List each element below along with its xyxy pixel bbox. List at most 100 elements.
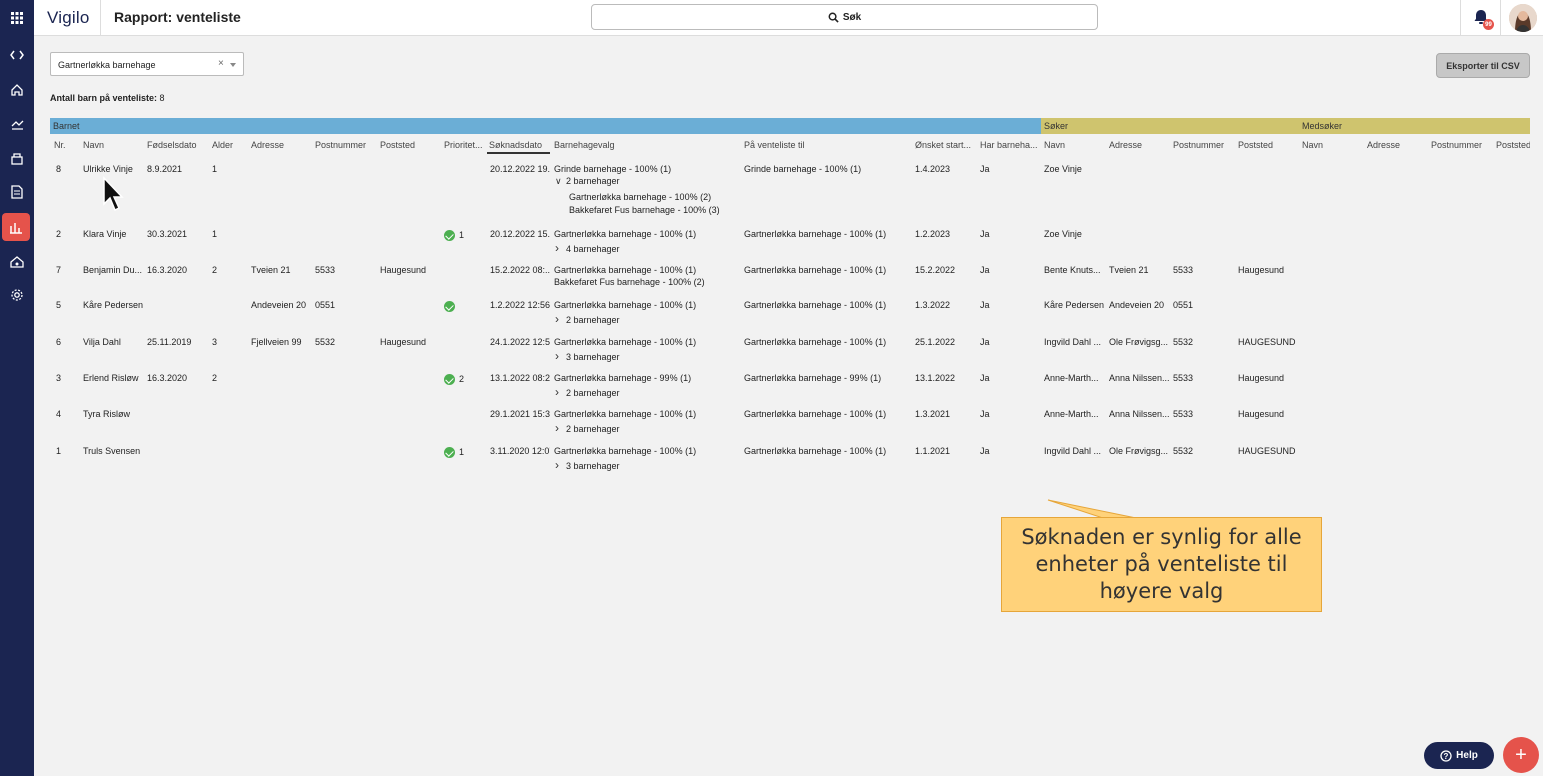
cell-soknadsdato: 29.1.2021 15:35 — [490, 409, 550, 419]
cell-nr: 4 — [56, 409, 62, 419]
kindergarten-select[interactable]: Gartnerløkka barnehage — [50, 52, 244, 76]
search-icon — [828, 12, 839, 23]
col-header-nr[interactable]: Nr. — [54, 140, 66, 150]
report-chart-icon[interactable] — [2, 213, 30, 241]
gear-icon[interactable] — [0, 280, 34, 310]
check-icon — [444, 230, 455, 242]
col-header-har-barnehage[interactable]: Har barneha... — [980, 140, 1038, 150]
cell-barnehagevalg: Gartnerløkka barnehage - 100% (1) — [554, 337, 697, 347]
col-header-navn[interactable]: Navn — [83, 140, 104, 150]
col-header-poststed[interactable]: Poststed — [380, 140, 415, 150]
col-header-soker-poststed[interactable]: Poststed — [1238, 140, 1273, 150]
cell-soker-navn: Bente Knuts... — [1044, 265, 1101, 275]
header-divider — [100, 0, 101, 36]
apps-grid-icon[interactable] — [0, 0, 34, 36]
help-button[interactable]: ? Help — [1424, 742, 1494, 769]
house-settings-icon[interactable] — [0, 246, 34, 276]
waitlist-count-value: 8 — [159, 93, 165, 103]
check-icon — [444, 447, 455, 459]
cell-navn: Tyra Risløw — [83, 409, 130, 419]
expand-toggle[interactable]: › 3 barnehager — [555, 349, 620, 362]
cell-venteliste: Gartnerløkka barnehage - 100% (1) — [744, 409, 887, 419]
expand-toggle[interactable]: › 3 barnehager — [555, 458, 620, 471]
cell-har-barnehage: Ja — [980, 373, 990, 383]
app-brand[interactable]: Vigilo — [47, 8, 89, 28]
building-icon[interactable] — [0, 143, 34, 173]
document-icon[interactable] — [0, 177, 34, 207]
cell-onsket-start: 25.1.2022 — [915, 337, 956, 347]
cell-nr: 7 — [56, 265, 62, 275]
expand-toggle[interactable]: › 4 barnehager — [555, 241, 620, 254]
cell-soker-adresse: Tveien 21 — [1109, 265, 1149, 275]
col-header-fodselsdato[interactable]: Fødselsdato — [147, 140, 197, 150]
cell-soker-navn: Ingvild Dahl ... — [1044, 337, 1102, 347]
expand-toggle[interactable]: ∨ 2 barnehager — [555, 176, 620, 186]
cell-onsket-start: 1.3.2021 — [915, 409, 951, 419]
cell-barnehagevalg-2: Bakkefaret Fus barnehage - 100% (2) — [554, 277, 705, 287]
col-header-alder[interactable]: Alder — [212, 140, 233, 150]
col-header-adresse[interactable]: Adresse — [251, 140, 284, 150]
chevron-right-icon: › — [555, 458, 559, 471]
expand-toggle[interactable]: › 2 barnehager — [555, 421, 620, 434]
col-header-onsket-start[interactable]: Ønsket start... — [915, 140, 975, 150]
help-label: Help — [1456, 750, 1478, 761]
avatar[interactable] — [1509, 4, 1537, 32]
expanded-choice: Gartnerløkka barnehage - 100% (2) — [569, 192, 712, 202]
chevron-right-icon: › — [555, 312, 559, 325]
cell-nr: 6 — [56, 337, 62, 347]
cell-soker-adresse: Anna Nilssen... — [1109, 409, 1170, 419]
mouse-cursor-icon — [103, 176, 124, 212]
stack-icon[interactable] — [0, 109, 34, 139]
cell-onsket-start: 1.2.2023 — [915, 229, 951, 239]
chevron-right-icon: › — [555, 385, 559, 398]
search-input[interactable]: Søk — [591, 4, 1098, 30]
cell-nr: 8 — [56, 164, 62, 174]
cell-soker-navn: Kåre Pedersen — [1044, 300, 1105, 310]
priority-number: 1 — [459, 230, 465, 240]
cell-har-barnehage: Ja — [980, 446, 990, 456]
expand-toggle[interactable]: › 2 barnehager — [555, 312, 620, 325]
cell-postnummer: 5532 — [315, 337, 336, 347]
export-csv-button[interactable]: Eksporter til CSV — [1436, 53, 1530, 78]
code-icon[interactable] — [0, 40, 34, 70]
more-choices-label: 3 barnehager — [566, 352, 620, 362]
cell-venteliste: Gartnerløkka barnehage - 100% (1) — [744, 337, 887, 347]
header-divider — [1500, 0, 1501, 36]
cell-barnehagevalg: Grinde barnehage - 100% (1) — [554, 164, 672, 174]
cell-navn: Erlend Risløw — [83, 373, 139, 383]
cell-venteliste: Gartnerløkka barnehage - 100% (1) — [744, 446, 887, 456]
col-header-medsoker-poststed[interactable]: Poststed — [1496, 140, 1530, 150]
cell-prioritet: 1 — [444, 230, 465, 242]
col-header-prioritet[interactable]: Prioritet... — [444, 140, 484, 150]
cell-soker-postnummer: 5532 — [1173, 446, 1194, 456]
cell-prioritet — [444, 301, 459, 313]
col-header-soker-postnummer[interactable]: Postnummer — [1173, 140, 1224, 150]
col-header-soker-adresse[interactable]: Adresse — [1109, 140, 1142, 150]
group-header-soker: Søker — [1041, 118, 1299, 134]
home-icon[interactable] — [0, 75, 34, 105]
check-icon — [444, 374, 455, 386]
add-button[interactable]: + — [1503, 737, 1539, 773]
col-header-soker-navn[interactable]: Navn — [1044, 140, 1065, 150]
notification-badge: 99 — [1483, 19, 1494, 30]
cell-har-barnehage: Ja — [980, 164, 990, 174]
cell-alder: 1 — [212, 229, 218, 239]
cell-venteliste: Grinde barnehage - 100% (1) — [744, 164, 862, 174]
col-header-postnummer[interactable]: Postnummer — [315, 140, 366, 150]
col-header-soknadsdato[interactable]: Søknadsdato — [487, 140, 550, 154]
clear-selection-icon[interactable]: × — [218, 58, 224, 69]
cell-soker-poststed: Haugesund — [1238, 373, 1285, 383]
more-choices-label: 3 barnehager — [566, 461, 620, 471]
col-header-medsoker-navn[interactable]: Navn — [1302, 140, 1323, 150]
expand-toggle[interactable]: › 2 barnehager — [555, 385, 620, 398]
cell-soknadsdato: 20.12.2022 19... — [490, 164, 550, 174]
col-header-medsoker-postnummer[interactable]: Postnummer — [1431, 140, 1482, 150]
cell-venteliste: Gartnerløkka barnehage - 100% (1) — [744, 300, 887, 310]
col-header-barnehagevalg[interactable]: Barnehagevalg — [554, 140, 615, 150]
col-header-venteliste[interactable]: På venteliste til — [744, 140, 805, 150]
cell-fodselsdato: 8.9.2021 — [147, 164, 183, 174]
chevron-down-icon[interactable] — [230, 63, 236, 67]
col-header-medsoker-adresse[interactable]: Adresse — [1367, 140, 1400, 150]
cell-soknadsdato: 3.11.2020 12:07 — [490, 446, 550, 456]
cell-soker-poststed: Haugesund — [1238, 409, 1285, 419]
